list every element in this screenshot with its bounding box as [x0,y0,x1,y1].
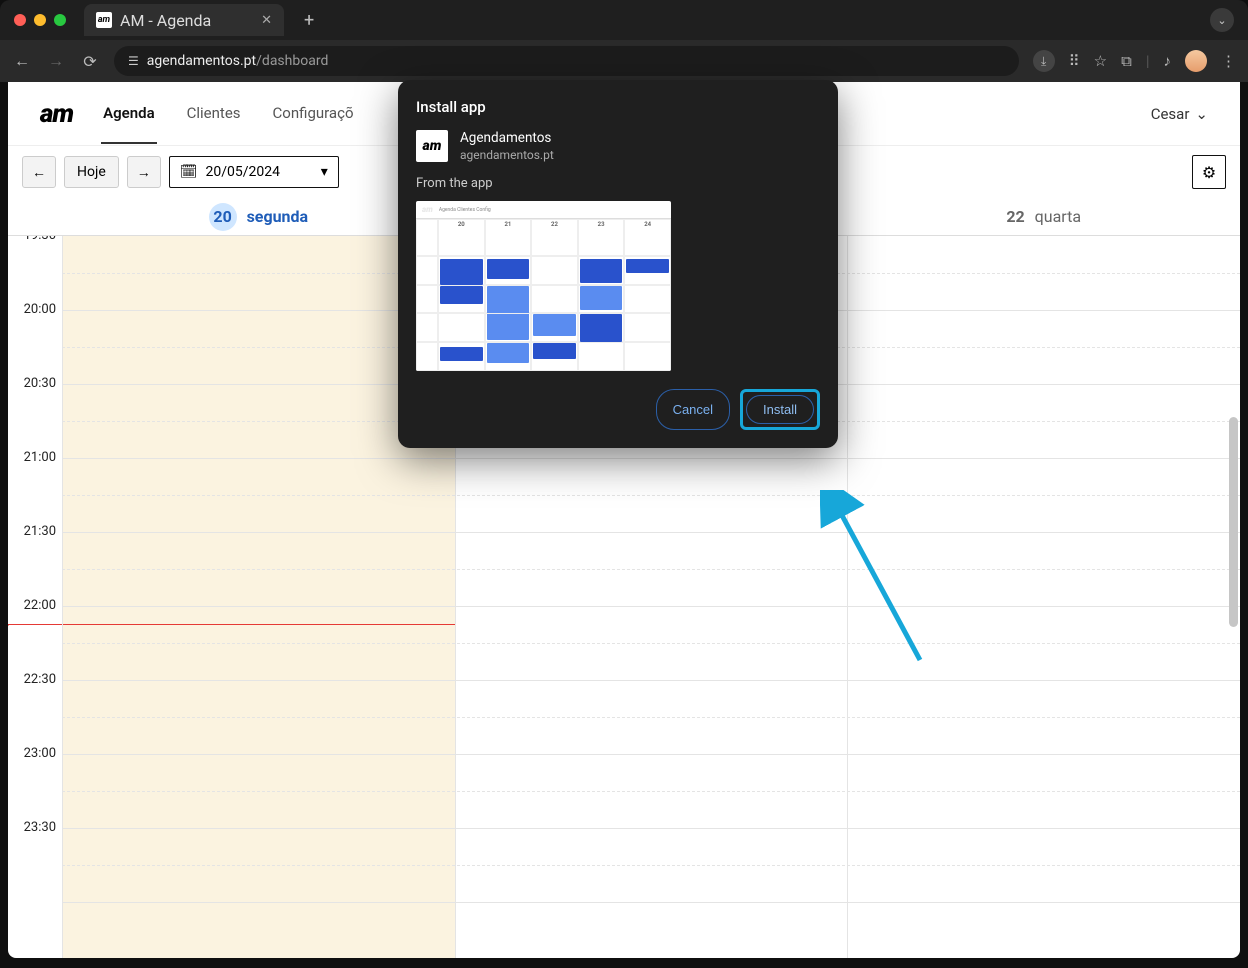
time-label: 23:30 [8,820,62,894]
time-gutter: 19:30 20:00 20:30 21:00 21:30 22:00 22:3… [8,236,62,958]
app-nav: Agenda Clientes Configuraçõ [101,84,355,144]
time-label: 19:30 [8,236,62,302]
window-minimize[interactable] [34,14,46,26]
install-app-icon[interactable]: ⤓ [1033,50,1055,72]
browser-toolbar: ← → ⟳ ☰ agendamentos.pt/dashboard ⤓ ⠿ ☆ … [0,40,1248,82]
prev-button[interactable]: ← [22,156,56,188]
settings-button[interactable]: ⚙ [1192,155,1226,189]
extensions-icon[interactable]: ⧉ [1121,52,1132,70]
app-logo: am [40,99,73,129]
user-menu[interactable]: Cesar ⌄ [1151,105,1208,123]
new-tab-button[interactable]: + [304,10,314,31]
time-label: 20:30 [8,376,62,450]
dialog-app-row: am Agendamentos agendamentos.pt [416,130,820,162]
window-zoom[interactable] [54,14,66,26]
install-button[interactable]: Install [746,395,814,424]
site-info-icon[interactable]: ☰ [128,54,139,68]
date-value: 20/05/2024 [206,164,281,180]
day-num-wednesday: 22 [1006,207,1024,226]
time-label: 21:30 [8,524,62,598]
tab-favicon: am [96,12,112,28]
chevron-down-icon: ⌄ [1195,105,1208,123]
toolbar-right: ⤓ ⠿ ☆ ⧉ | ♪ ⋮ [1033,50,1236,72]
day-label-monday: segunda [247,207,309,226]
gear-icon: ⚙ [1202,163,1216,182]
day-column-monday[interactable] [62,236,455,958]
time-label: 22:30 [8,672,62,746]
tab-overflow-button[interactable]: ⌄ [1210,8,1234,32]
date-dropdown-icon: ▾ [321,164,328,180]
address-bar[interactable]: ☰ agendamentos.pt/dashboard [114,46,1019,76]
date-picker[interactable]: 🗓 20/05/2024 ▾ [169,156,339,188]
translate-icon[interactable]: ⠿ [1069,52,1080,70]
dialog-app-url: agendamentos.pt [460,148,554,162]
cancel-button[interactable]: Cancel [656,389,730,430]
time-label: 20:00 [8,302,62,376]
chrome-menu-icon[interactable]: ⋮ [1221,52,1236,70]
time-label: 23:00 [8,746,62,820]
nav-agenda[interactable]: Agenda [101,84,157,144]
media-icon[interactable]: ♪ [1164,52,1172,70]
dialog-title: Install app [416,98,820,116]
nav-back-button[interactable]: ← [12,51,32,71]
calendar-icon: 🗓 [180,164,198,180]
nav-config[interactable]: Configuraçõ [271,84,356,144]
user-name: Cesar [1151,105,1190,123]
dialog-actions: Cancel Install [416,389,820,430]
traffic-lights [14,14,66,26]
dialog-from-label: From the app [416,176,820,191]
day-column-wednesday[interactable] [847,236,1240,958]
calendar-scrollbar[interactable] [1229,417,1238,627]
window-chrome: am AM - Agenda ✕ + ⌄ [0,0,1248,40]
dialog-app-name: Agendamentos [460,130,554,146]
tab-title: AM - Agenda [120,11,211,30]
install-highlight: Install [740,389,820,430]
tab-close-icon[interactable]: ✕ [261,13,272,28]
today-button[interactable]: Hoje [64,156,119,188]
browser-tab[interactable]: am AM - Agenda ✕ [84,4,284,36]
profile-avatar[interactable] [1185,50,1207,72]
day-num-monday: 20 [209,203,237,231]
time-label: 22:00 [8,598,62,672]
bookmark-icon[interactable]: ☆ [1094,52,1107,70]
dialog-preview: am Agenda Clientes Config 20 21 22 23 24 [416,201,671,371]
nav-forward-button[interactable]: → [46,51,66,71]
next-button[interactable]: → [127,156,161,188]
reload-button[interactable]: ⟳ [80,52,100,71]
day-header-monday: 20 segunda [62,198,455,235]
day-label-wednesday: quarta [1035,207,1081,226]
install-app-dialog: Install app am Agendamentos agendamentos… [398,80,838,448]
dialog-app-icon: am [416,130,448,162]
window-close[interactable] [14,14,26,26]
url-path: /dashboard [256,53,328,69]
time-label: 21:00 [8,450,62,524]
nav-clientes[interactable]: Clientes [185,84,243,144]
day-header-wednesday: 22 quarta [847,198,1240,235]
url-host: agendamentos.pt [147,53,256,69]
